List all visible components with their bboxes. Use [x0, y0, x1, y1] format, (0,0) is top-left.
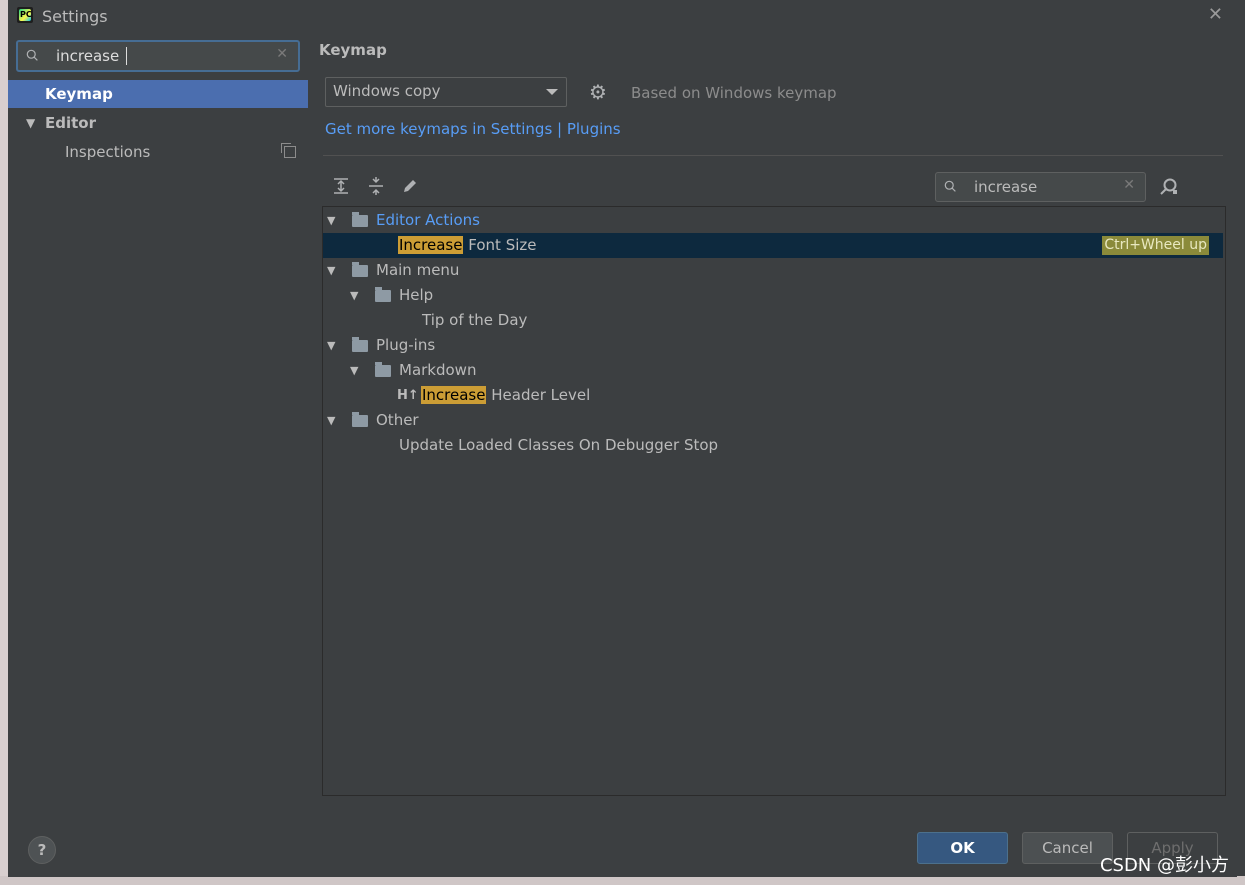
background-strip-bottom [0, 876, 1245, 885]
tree-node-label: Increase Font Size [398, 233, 536, 258]
text-caret [126, 47, 127, 65]
page-title: Keymap [319, 41, 387, 59]
sidebar-item-keymap[interactable]: Keymap [8, 80, 308, 108]
header-level-icon: H↑ [397, 388, 419, 403]
find-by-shortcut-icon[interactable] [1159, 177, 1179, 197]
ok-button[interactable]: OK [917, 832, 1008, 864]
tree-node-plugins[interactable]: ▼ Plug-ins [323, 333, 1223, 358]
expand-arrow-icon[interactable]: ▼ [26, 109, 35, 137]
get-more-keymaps-link[interactable]: Get more keymaps in Settings | Plugins [325, 120, 621, 138]
chevron-down-icon [546, 89, 558, 95]
window-title: Settings [42, 7, 108, 26]
expand-all-icon[interactable] [332, 177, 350, 195]
edit-pencil-icon[interactable] [401, 177, 419, 195]
background-strip [0, 0, 8, 885]
clear-search-icon[interactable]: ✕ [276, 46, 288, 62]
sidebar-item-label: Editor [45, 114, 96, 132]
keymap-select-value: Windows copy [333, 82, 441, 100]
sidebar-item-label: Keymap [45, 85, 113, 103]
settings-dialog: Settings ✕ ✕ Keymap ▼ Editor Inspections… [8, 0, 1237, 877]
keymap-filter-input[interactable] [974, 177, 1114, 197]
tree-node-update-loaded-classes[interactable]: Update Loaded Classes On Debugger Stop [323, 433, 1223, 458]
keymap-filter-box[interactable]: ✕ [935, 172, 1146, 202]
tree-node-label: Other [376, 411, 419, 429]
tree-node-markdown[interactable]: ▼ Markdown [323, 358, 1223, 383]
keymap-panel: Keymap Windows copy ⚙ Based on Windows k… [308, 32, 1237, 820]
tree-node-tip-of-the-day[interactable]: Tip of the Day [323, 308, 1223, 333]
tree-node-label: Help [399, 286, 434, 304]
collapse-all-icon[interactable] [367, 177, 385, 195]
settings-sidebar: ✕ Keymap ▼ Editor Inspections [8, 32, 308, 820]
project-settings-icon [281, 143, 296, 158]
tree-node-increase-header-level[interactable]: H↑ Increase Header Level [323, 383, 1223, 408]
tree-node-editor-actions[interactable]: ▼ Editor Actions [323, 208, 1223, 233]
dialog-footer: ? OK Cancel Apply [8, 820, 1237, 877]
search-highlight: Increase [421, 386, 487, 404]
keymap-actions-tree: ▼ Editor Actions Increase Font Size Ctrl… [322, 206, 1226, 796]
title-bar: Settings ✕ [8, 0, 1237, 32]
watermark: CSDN @彭小方 [1099, 855, 1229, 876]
divider [323, 155, 1223, 156]
tree-node-label: Update Loaded Classes On Debugger Stop [399, 436, 719, 454]
sidebar-item-inspections[interactable]: Inspections [8, 138, 308, 166]
expand-arrow-icon[interactable]: ▼ [327, 333, 335, 358]
close-icon[interactable]: ✕ [1208, 4, 1223, 25]
gear-icon[interactable]: ⚙ [589, 82, 607, 102]
folder-icon [375, 362, 391, 377]
tree-node-label-rest: Header Level [491, 386, 591, 404]
settings-search-box[interactable]: ✕ [16, 40, 300, 72]
keymap-select[interactable]: Windows copy [325, 77, 567, 107]
tree-node-label: Tip of the Day [422, 311, 528, 329]
folder-icon [352, 337, 368, 352]
tree-node-label: Editor Actions [376, 211, 480, 229]
expand-arrow-icon[interactable]: ▼ [350, 358, 358, 383]
tree-node-label: Increase Header Level [421, 383, 590, 408]
expand-arrow-icon[interactable]: ▼ [327, 408, 335, 433]
editor-actions-folder-icon [352, 212, 368, 227]
tree-node-help[interactable]: ▼ Help [323, 283, 1223, 308]
settings-search-input[interactable] [56, 46, 256, 66]
tree-node-increase-font-size[interactable]: Increase Font Size Ctrl+Wheel up [323, 233, 1223, 258]
based-on-label: Based on Windows keymap [631, 84, 837, 102]
search-icon [26, 49, 38, 61]
tree-node-label: Plug-ins [376, 336, 436, 354]
expand-arrow-icon[interactable]: ▼ [327, 208, 335, 233]
tree-node-label-rest: Font Size [468, 236, 537, 254]
sidebar-item-editor[interactable]: ▼ Editor [8, 109, 308, 137]
tree-node-label: Main menu [376, 261, 460, 279]
search-highlight: Increase [398, 236, 464, 254]
clear-filter-icon[interactable]: ✕ [1123, 177, 1135, 193]
sidebar-item-label: Inspections [65, 143, 151, 161]
expand-arrow-icon[interactable]: ▼ [327, 258, 335, 283]
pycharm-icon [17, 7, 33, 23]
tree-node-main-menu[interactable]: ▼ Main menu [323, 258, 1223, 283]
shortcut-badge: Ctrl+Wheel up [1102, 236, 1209, 255]
expand-arrow-icon[interactable]: ▼ [350, 283, 358, 308]
other-folder-icon [352, 412, 368, 427]
tree-node-label: Markdown [399, 361, 477, 379]
help-button[interactable]: ? [28, 836, 56, 864]
tree-node-other[interactable]: ▼ Other [323, 408, 1223, 433]
search-icon [944, 180, 956, 192]
main-menu-folder-icon [352, 262, 368, 277]
folder-icon [375, 287, 391, 302]
